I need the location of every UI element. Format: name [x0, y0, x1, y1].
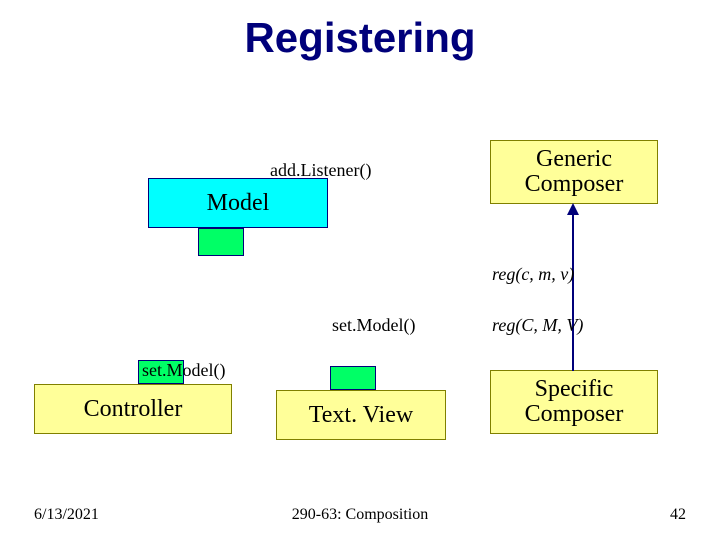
- slide: Registering Model Generic Composer Speci…: [0, 0, 720, 540]
- specific-composer-label: Specific Composer: [525, 377, 624, 427]
- arrow-specific-to-generic: [567, 203, 579, 371]
- generic-composer-box: Generic Composer: [490, 140, 658, 204]
- page-title: Registering: [0, 14, 720, 62]
- textview-box: Text. View: [276, 390, 446, 440]
- specific-composer-box: Specific Composer: [490, 370, 658, 434]
- footer-page-number: 42: [670, 506, 686, 524]
- footer-center: 290-63: Composition: [0, 506, 720, 524]
- generic-composer-label: Generic Composer: [525, 147, 624, 197]
- controller-label: Controller: [84, 396, 183, 423]
- model-box: Model: [148, 178, 328, 228]
- set-model-label-left: set.Model(): [142, 360, 225, 381]
- reg-upper-label: reg(C, M, V): [492, 315, 583, 336]
- controller-box: Controller: [34, 384, 232, 434]
- textview-label: Text. View: [309, 402, 413, 429]
- add-listener-label: add.Listener(): [270, 160, 371, 181]
- reg-lower-label: reg(c, m, v): [492, 264, 574, 285]
- model-bottom-stub: [198, 228, 244, 256]
- set-model-label-right: set.Model(): [332, 315, 415, 336]
- textview-top-stub: [330, 366, 376, 390]
- model-label: Model: [207, 190, 270, 217]
